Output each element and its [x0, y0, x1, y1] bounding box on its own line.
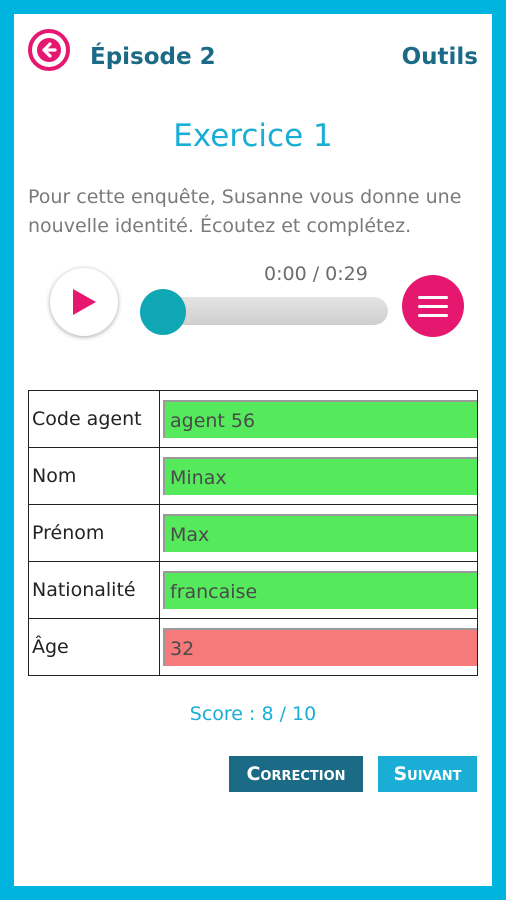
hamburger-menu-icon	[418, 295, 448, 299]
exercise-instructions: Pour cette enquête, Susanne vous donne u…	[28, 186, 462, 237]
form-label: Prénom	[28, 504, 160, 562]
play-button[interactable]	[50, 268, 118, 336]
form-label: Âge	[28, 618, 160, 676]
form-row: Nationalité francaise	[28, 561, 478, 619]
correction-button[interactable]: Correction	[229, 756, 363, 792]
form-row: Nom Minax	[28, 447, 478, 505]
answer-field[interactable]: agent 56	[163, 400, 477, 438]
arrow-left-icon	[37, 38, 61, 62]
answer-field[interactable]: francaise	[163, 571, 477, 609]
form-label: Code agent	[28, 390, 160, 448]
time-readout: 0:00 / 0:29	[264, 263, 368, 285]
answer-field[interactable]: Max	[163, 514, 477, 552]
tools-link[interactable]: Outils	[402, 44, 478, 70]
form-row: Prénom Max	[28, 504, 478, 562]
form-row: Âge 32	[28, 618, 478, 676]
app-frame: Épisode 2 Outils Exercice 1 Pour cette e…	[14, 14, 492, 886]
play-icon	[73, 289, 96, 315]
form-label: Nom	[28, 447, 160, 505]
audio-progress-knob[interactable]	[140, 289, 186, 335]
score-text: Score : 8 / 10	[189, 703, 317, 725]
identity-form: Code agent agent 56 Nom Minax Prénom Max Natio…	[28, 390, 478, 676]
menu-button[interactable]	[402, 275, 464, 337]
answer-field[interactable]: 32	[163, 628, 477, 666]
form-label: Nationalité	[28, 561, 160, 619]
episode-title: Épisode 2	[90, 44, 216, 70]
exercise-title: Exercice 1	[173, 118, 333, 154]
answer-field[interactable]: Minax	[163, 457, 477, 495]
back-button[interactable]	[28, 29, 70, 71]
form-row: Code agent agent 56	[28, 390, 478, 448]
next-button[interactable]: Suivant	[378, 756, 477, 792]
